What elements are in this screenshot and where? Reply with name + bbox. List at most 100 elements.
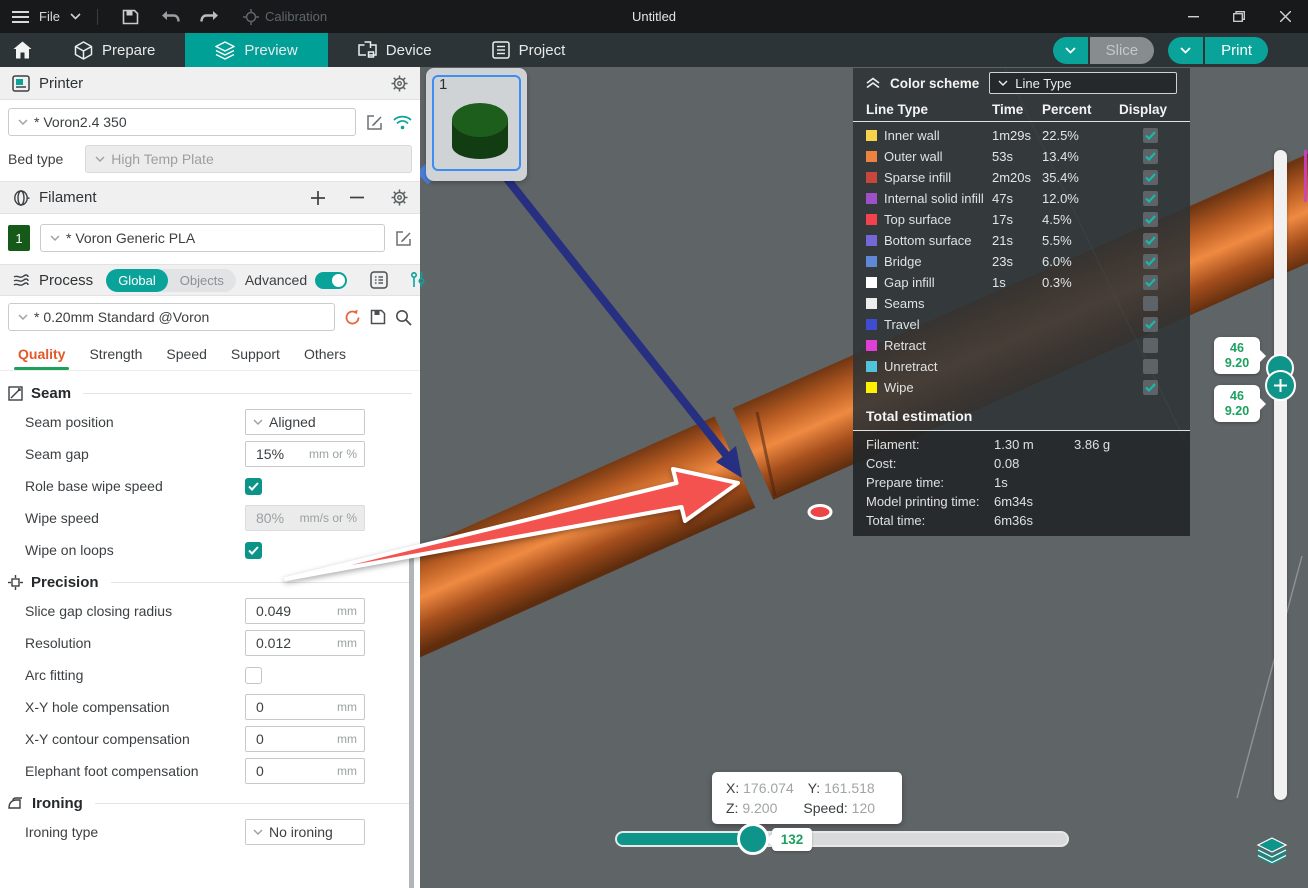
process-preset-select[interactable]: * 0.20mm Standard @Voron bbox=[8, 303, 335, 331]
edit-filament-icon[interactable] bbox=[395, 230, 412, 247]
cube-icon bbox=[74, 41, 93, 60]
close-button[interactable] bbox=[1262, 0, 1308, 33]
maximize-button[interactable] bbox=[1216, 0, 1262, 33]
process-tab-quality[interactable]: Quality bbox=[6, 340, 77, 368]
step-slider-track[interactable] bbox=[617, 833, 1067, 845]
display-checkbox[interactable] bbox=[1143, 317, 1158, 332]
hamburger-menu-icon[interactable] bbox=[12, 10, 29, 24]
resolution-input[interactable]: 0.012mm bbox=[245, 630, 365, 656]
undo-icon[interactable] bbox=[161, 10, 180, 24]
file-menu[interactable]: File bbox=[39, 9, 60, 24]
chevron-down-icon[interactable] bbox=[70, 13, 81, 20]
filament-slot-badge[interactable]: 1 bbox=[8, 225, 30, 251]
home-button[interactable] bbox=[0, 33, 44, 67]
tab-preview[interactable]: Preview bbox=[185, 33, 327, 67]
chevron-down-icon bbox=[253, 419, 263, 425]
setting-label: Elephant foot compensation bbox=[25, 763, 245, 779]
line-type-name: Bridge bbox=[884, 254, 992, 269]
panel-scrollbar[interactable] bbox=[409, 556, 414, 888]
legend-row: Bridge23s6.0% bbox=[853, 251, 1190, 272]
process-tab-others[interactable]: Others bbox=[292, 340, 358, 368]
x-y-hole-compensation-input[interactable]: 0mm bbox=[245, 694, 365, 720]
print-dropdown-button[interactable] bbox=[1168, 37, 1203, 64]
display-checkbox[interactable] bbox=[1143, 233, 1158, 248]
slice-dropdown-button[interactable] bbox=[1053, 37, 1088, 64]
tune-parameters-icon[interactable] bbox=[409, 271, 427, 289]
legend-row: Unretract bbox=[853, 356, 1190, 377]
elephant-foot-compensation-input[interactable]: 0mm bbox=[245, 758, 365, 784]
filament-preset-select[interactable]: * Voron Generic PLA bbox=[40, 224, 385, 252]
ironing-type-select[interactable]: No ironing bbox=[245, 819, 365, 845]
advanced-toggle[interactable] bbox=[315, 272, 347, 289]
estimation-value: 6m34s bbox=[994, 494, 1074, 509]
display-checkbox[interactable] bbox=[1143, 191, 1158, 206]
layer-slider-track[interactable] bbox=[1274, 150, 1287, 800]
line-type-name: Wipe bbox=[884, 380, 992, 395]
line-type-name: Bottom surface bbox=[884, 233, 992, 248]
settings-panel: Printer * Voron2.4 350 bbox=[0, 67, 420, 888]
setting-label: Wipe speed bbox=[25, 510, 245, 526]
display-checkbox[interactable] bbox=[1143, 170, 1158, 185]
scope-objects[interactable]: Objects bbox=[168, 269, 236, 292]
preview-viewport[interactable]: 1 Color scheme Line Type bbox=[420, 67, 1308, 888]
line-type-percent: 4.5% bbox=[1042, 212, 1104, 227]
estimation-value: 1s bbox=[994, 475, 1074, 490]
seam-position-select[interactable]: Aligned bbox=[245, 409, 365, 435]
display-checkbox[interactable] bbox=[1143, 296, 1158, 311]
seam-gap-input[interactable]: 15%mm or % bbox=[245, 441, 365, 467]
display-checkbox[interactable] bbox=[1143, 359, 1158, 374]
bed-type-select[interactable]: High Temp Plate bbox=[85, 145, 412, 173]
redo-icon[interactable] bbox=[200, 10, 219, 24]
reset-preset-icon[interactable] bbox=[344, 309, 361, 326]
tab-prepare[interactable]: Prepare bbox=[44, 33, 185, 67]
plate-model-preview bbox=[426, 68, 527, 181]
wipe-on-loops-checkbox[interactable] bbox=[245, 542, 262, 559]
input-value: 15% bbox=[256, 446, 284, 462]
save-icon[interactable] bbox=[122, 9, 139, 25]
travel-move-arrow-shaft bbox=[500, 170, 727, 456]
process-tab-support[interactable]: Support bbox=[219, 340, 292, 368]
wifi-icon[interactable] bbox=[393, 115, 412, 130]
display-checkbox[interactable] bbox=[1143, 338, 1158, 353]
slice-gap-closing-radius-input[interactable]: 0.049mm bbox=[245, 598, 365, 624]
minimize-button[interactable] bbox=[1170, 0, 1216, 33]
save-preset-icon[interactable] bbox=[370, 309, 386, 325]
display-checkbox[interactable] bbox=[1143, 212, 1158, 227]
line-type-time: 21s bbox=[992, 233, 1042, 248]
printer-settings-gear-icon[interactable] bbox=[391, 75, 408, 92]
display-checkbox[interactable] bbox=[1143, 254, 1158, 269]
color-scheme-mode-select[interactable]: Line Type bbox=[989, 72, 1177, 94]
layer-slider-lower-handle[interactable] bbox=[1265, 370, 1296, 401]
collapse-panel-icon[interactable] bbox=[866, 77, 880, 89]
tab-project[interactable]: Project bbox=[462, 33, 596, 67]
remove-filament-button[interactable] bbox=[350, 196, 364, 199]
role-base-wipe-speed-checkbox[interactable] bbox=[245, 478, 262, 495]
printer-preset-select[interactable]: * Voron2.4 350 bbox=[8, 108, 356, 136]
plate-thumbnail[interactable]: 1 bbox=[426, 68, 527, 181]
edit-printer-icon[interactable] bbox=[366, 114, 383, 131]
color-scheme-title: Color scheme bbox=[890, 76, 979, 91]
slice-button[interactable]: Slice bbox=[1090, 37, 1155, 64]
display-checkbox[interactable] bbox=[1143, 149, 1158, 164]
add-filament-button[interactable] bbox=[311, 191, 325, 205]
setting-control: 0.049mm bbox=[245, 598, 365, 624]
wipe-speed-input[interactable]: 80%mm/s or % bbox=[245, 505, 365, 531]
parameter-list-icon[interactable] bbox=[370, 271, 388, 289]
layer-view-button[interactable] bbox=[1253, 835, 1291, 869]
arc-fitting-checkbox[interactable] bbox=[245, 667, 262, 684]
scope-global[interactable]: Global bbox=[106, 269, 168, 292]
process-tab-strength[interactable]: Strength bbox=[77, 340, 154, 368]
step-slider-handle[interactable] bbox=[737, 823, 769, 855]
display-checkbox[interactable] bbox=[1143, 128, 1158, 143]
x-y-contour-compensation-input[interactable]: 0mm bbox=[245, 726, 365, 752]
calibration-menu[interactable]: Calibration bbox=[243, 9, 327, 25]
process-tab-speed[interactable]: Speed bbox=[154, 340, 218, 368]
filament-settings-gear-icon[interactable] bbox=[391, 189, 408, 206]
print-button[interactable]: Print bbox=[1205, 37, 1268, 64]
tab-device[interactable]: Device bbox=[328, 33, 462, 67]
display-checkbox[interactable] bbox=[1143, 380, 1158, 395]
search-settings-icon[interactable] bbox=[395, 309, 412, 326]
display-checkbox[interactable] bbox=[1143, 275, 1158, 290]
legend-row: Sparse infill2m20s35.4% bbox=[853, 167, 1190, 188]
layer-slider-lower-badge: 46 9.20 bbox=[1214, 385, 1260, 422]
